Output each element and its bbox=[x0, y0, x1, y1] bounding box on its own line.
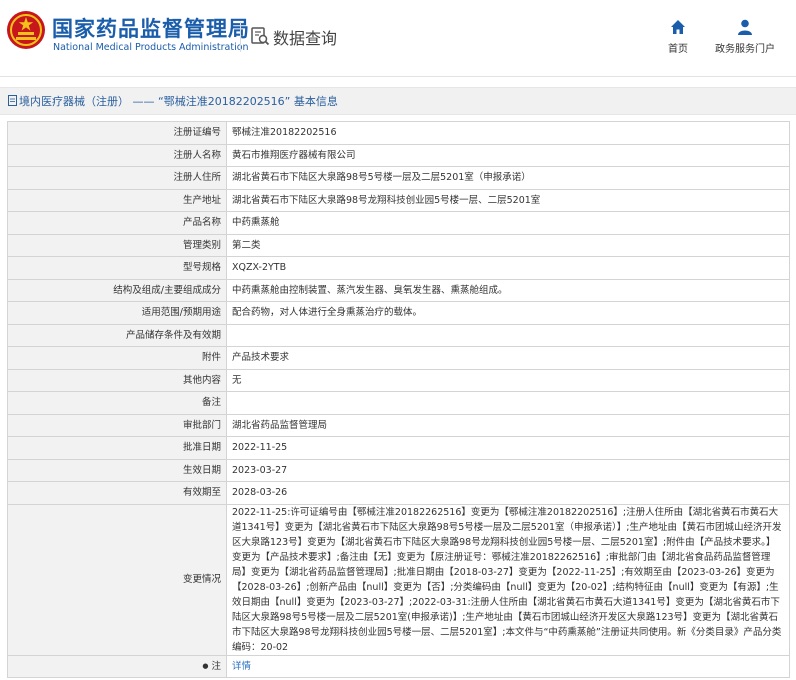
data-query-icon bbox=[251, 27, 270, 46]
table-row: 其他内容无 bbox=[7, 368, 790, 392]
table-row: 产品名称 中药熏蒸舱 bbox=[7, 211, 790, 235]
breadcrumb: 境内医疗器械（注册） —— “鄂械注准20182202516” 基本信息 bbox=[0, 87, 796, 115]
row-value: 中药熏蒸舱 bbox=[226, 211, 790, 235]
table-row: 产品储存条件及有效期 bbox=[7, 323, 790, 347]
row-label: 型号规格 bbox=[7, 256, 227, 280]
row-label: 附件 bbox=[7, 346, 227, 370]
table-row: 备注 bbox=[7, 391, 790, 415]
row-label: 注册人住所 bbox=[7, 166, 227, 190]
site-subtitle: National Medical Products Administration bbox=[53, 42, 249, 53]
breadcrumb-separator: —— bbox=[132, 95, 155, 108]
header-divider bbox=[240, 22, 241, 52]
row-value: 产品技术要求 bbox=[226, 346, 790, 370]
row-label: 有效期至 bbox=[7, 481, 227, 505]
row-value: 中药熏蒸舱由控制装置、蒸汽发生器、臭氧发生器、熏蒸舱组成。 bbox=[226, 278, 790, 302]
note-row: ● 注 详情 bbox=[7, 654, 790, 678]
row-value bbox=[226, 323, 790, 347]
row-value: 2023-03-27 bbox=[226, 458, 790, 482]
change-history: 2022-11-25:许可证编号由【鄂械注准20182262516】变更为【鄂械… bbox=[226, 503, 790, 656]
row-value bbox=[226, 391, 790, 415]
row-value: XQZX-2YTB bbox=[226, 256, 790, 280]
table-row: 注册证编号 鄂械注准20182202516 bbox=[7, 121, 790, 145]
table-row: 有效期至 2028-03-26 bbox=[7, 481, 790, 505]
row-label: 适用范围/预期用途 bbox=[7, 301, 227, 325]
table-row: 适用范围/预期用途 配合药物，对人体进行全身熏蒸治疗的载体。 bbox=[7, 301, 790, 325]
breadcrumb-record: “鄂械注准20182202516” bbox=[158, 95, 291, 108]
row-value: 无 bbox=[226, 368, 790, 392]
nav-home[interactable]: 首页 bbox=[664, 18, 692, 55]
nav-home-label: 首页 bbox=[668, 44, 688, 55]
row-label: 生效日期 bbox=[7, 458, 227, 482]
note-label: 注 bbox=[211, 660, 221, 672]
site-title: 国家药品监督管理局 bbox=[52, 17, 250, 41]
table-row: 管理类别 第二类 bbox=[7, 233, 790, 257]
table-row: 附件 产品技术要求 bbox=[7, 346, 790, 370]
table-row: 注册人住所 湖北省黄石市下陆区大泉路98号5号楼一层及二层5201室（申报承诺） bbox=[7, 166, 790, 190]
row-label: 生产地址 bbox=[7, 188, 227, 212]
details-link[interactable]: 详情 bbox=[232, 661, 251, 672]
data-query-title: 数据查询 bbox=[273, 29, 338, 48]
row-label: 产品储存条件及有效期 bbox=[7, 323, 227, 347]
change-label: 变更情况 bbox=[7, 503, 227, 656]
row-value: 湖北省黄石市下陆区大泉路98号5号楼一层及二层5201室（申报承诺） bbox=[226, 166, 790, 190]
note-label-cell: ● 注 bbox=[7, 654, 227, 678]
row-value: 湖北省黄石市下陆区大泉路98号龙翔科技创业园5号楼一层、二层5201室 bbox=[226, 188, 790, 212]
row-value: 鄂械注准20182202516 bbox=[226, 121, 790, 145]
row-label: 管理类别 bbox=[7, 233, 227, 257]
national-emblem-icon bbox=[7, 11, 45, 49]
row-value: 2022-11-25 bbox=[226, 436, 790, 460]
nav-gov-service[interactable]: 政务服务门户 bbox=[712, 18, 778, 55]
site-header: 国家药品监督管理局 National Medical Products Admi… bbox=[0, 0, 796, 77]
table-row: 生效日期 2023-03-27 bbox=[7, 458, 790, 482]
row-label: 注册人名称 bbox=[7, 143, 227, 167]
row-value: 第二类 bbox=[226, 233, 790, 257]
person-icon bbox=[738, 19, 752, 35]
table-row: 结构及组成/主要组成成分 中药熏蒸舱由控制装置、蒸汽发生器、臭氧发生器、熏蒸舱组成… bbox=[7, 278, 790, 302]
bullet-icon: ● bbox=[202, 661, 209, 670]
row-value: 2028-03-26 bbox=[226, 481, 790, 505]
row-label: 批准日期 bbox=[7, 436, 227, 460]
note-value: 详情 bbox=[226, 654, 790, 678]
row-value: 湖北省药品监督管理局 bbox=[226, 413, 790, 437]
table-row: 注册人名称 黄石市推翔医疗器械有限公司 bbox=[7, 143, 790, 167]
row-label: 审批部门 bbox=[7, 413, 227, 437]
breadcrumb-section[interactable]: 境内医疗器械（注册） bbox=[19, 95, 129, 108]
table-row: 批准日期 2022-11-25 bbox=[7, 436, 790, 460]
table-row: 生产地址 湖北省黄石市下陆区大泉路98号龙翔科技创业园5号楼一层、二层5201室 bbox=[7, 188, 790, 212]
row-value: 配合药物，对人体进行全身熏蒸治疗的载体。 bbox=[226, 301, 790, 325]
home-icon bbox=[671, 20, 685, 34]
row-label: 其他内容 bbox=[7, 368, 227, 392]
detail-table: 注册证编号 鄂械注准20182202516 注册人名称 黄石市推翔医疗器械有限公司 … bbox=[7, 121, 790, 678]
row-label: 注册证编号 bbox=[7, 121, 227, 145]
row-label: 结构及组成/主要组成成分 bbox=[7, 278, 227, 302]
table-row: 审批部门 湖北省药品监督管理局 bbox=[7, 413, 790, 437]
row-value: 黄石市推翔医疗器械有限公司 bbox=[226, 143, 790, 167]
nav-gov-label: 政务服务门户 bbox=[715, 44, 775, 55]
document-icon bbox=[8, 95, 17, 106]
row-label: 备注 bbox=[7, 391, 227, 415]
table-row: 型号规格 XQZX-2YTB bbox=[7, 256, 790, 280]
row-label: 产品名称 bbox=[7, 211, 227, 235]
change-row: 变更情况 2022-11-25:许可证编号由【鄂械注准20182262516】变… bbox=[7, 503, 790, 656]
breadcrumb-suffix: 基本信息 bbox=[293, 95, 338, 108]
